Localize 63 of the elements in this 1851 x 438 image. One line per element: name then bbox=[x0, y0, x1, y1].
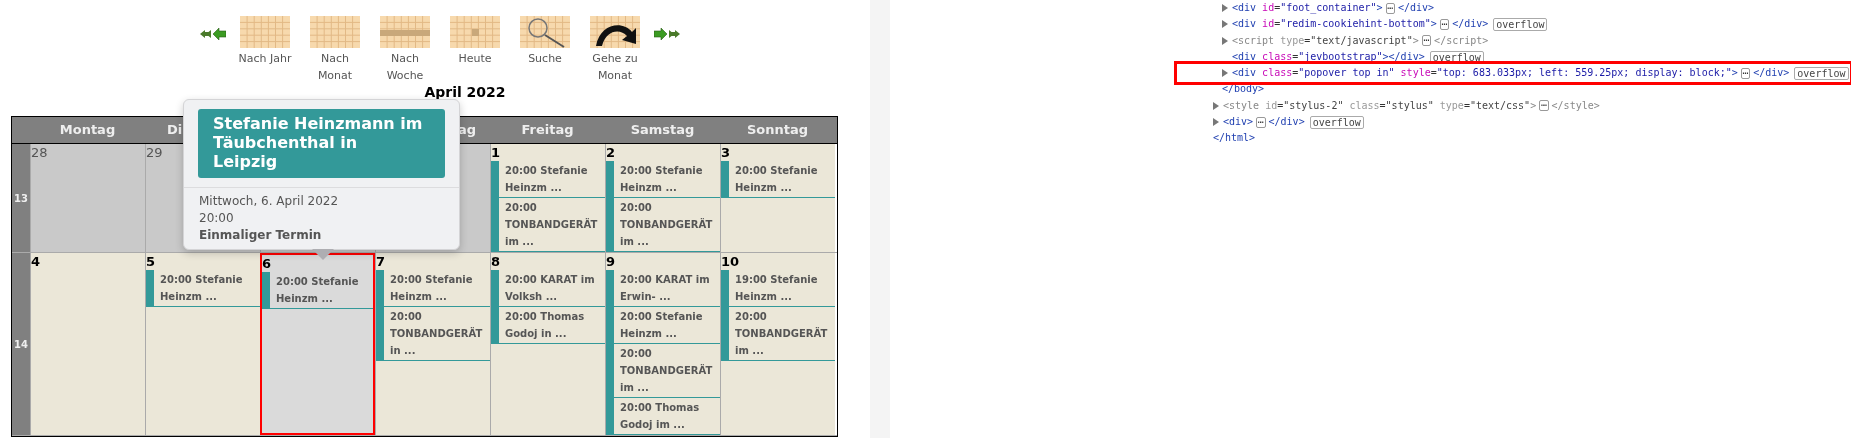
weekday-header: Di bbox=[167, 122, 183, 137]
nav-label[interactable]: Nach Jahr bbox=[238, 50, 292, 67]
day-cell[interactable]: 2 20:00 Stefanie Heinzm ... 20:00 TONBANDGERÄT im ... bbox=[605, 144, 720, 252]
day-cell[interactable]: 10 19:00 Stefanie Heinzm ... 20:00 TONBANDGERÄT im ... bbox=[720, 253, 835, 435]
code-line[interactable]: <div class="jevbootstrap"></div> overflow bbox=[1178, 48, 1851, 66]
day-number: 3 bbox=[721, 144, 731, 161]
event-time: 20:00 bbox=[199, 210, 234, 227]
day-cell[interactable]: 7 20:00 Stefanie Heinzm ... 20:00 TONBANDGERÄT in ... bbox=[375, 253, 490, 435]
week-number: 14 bbox=[14, 338, 28, 350]
day-cell[interactable]: 8 20:00 KARAT im Volksh ... 20:00 Thomas Godoj in ... bbox=[490, 253, 605, 435]
day-cell[interactable]: 1 20:00 Stefanie Heinzm ... 20:00 TONBANDGERÄT im ... bbox=[490, 144, 605, 252]
code-line[interactable]: <div id="foot_container"> ⋯ </div> bbox=[1178, 0, 1851, 17]
day-cell[interactable]: 3 20:00 Stefanie Heinzm ... bbox=[720, 144, 835, 252]
day-number: 29 bbox=[146, 144, 163, 161]
nav-label[interactable]: Gehe zu Monat bbox=[584, 50, 646, 84]
weekday-header: Samstag bbox=[630, 122, 695, 137]
code-line[interactable]: <style id="stylus-2" class="stylus" type="text/css"> ⋯ </style> bbox=[1178, 97, 1851, 115]
popover-title: Stefanie Heinzmann im Täubchenthal in Leipzig bbox=[198, 109, 445, 178]
code-line[interactable]: </body> bbox=[1178, 81, 1851, 98]
last-arrows-icon[interactable] bbox=[654, 28, 680, 40]
expand-triangle-icon[interactable] bbox=[1213, 101, 1219, 110]
weekday-header: Montag bbox=[58, 121, 117, 139]
event-recurrence: Einmaliger Termin bbox=[199, 227, 322, 244]
weekday-header: Sonntag bbox=[746, 122, 809, 137]
day-number: 6 bbox=[262, 255, 272, 272]
code-line[interactable]: <div> ⋯ </div> overflow bbox=[1178, 114, 1851, 131]
curved-arrow-calendar-icon[interactable] bbox=[590, 16, 640, 48]
day-number: 10 bbox=[721, 253, 740, 270]
day-number: 7 bbox=[376, 253, 386, 270]
day-number: 28 bbox=[31, 144, 48, 161]
code-line[interactable]: <div class="popover top in" style="top: 683.033px; left: 559.25px; display: block;"> ⋯ </div> overflow bbox=[1178, 65, 1849, 82]
magnifier-calendar-icon[interactable] bbox=[520, 16, 570, 48]
nav-label[interactable]: Nach Monat bbox=[304, 50, 366, 84]
day-number: 1 bbox=[491, 144, 501, 161]
day-number: 9 bbox=[606, 253, 616, 270]
event-entry[interactable]: 19:00 Stefanie Heinzm ... bbox=[721, 270, 835, 307]
event-date: Mittwoch, 6. April 2022 bbox=[199, 193, 339, 210]
expand-triangle-icon[interactable] bbox=[1222, 36, 1228, 45]
week-number: 13 bbox=[14, 192, 28, 204]
day-cell[interactable]: 4 bbox=[30, 253, 145, 435]
code-line[interactable]: </html> bbox=[1178, 130, 1851, 147]
expand-triangle-icon[interactable] bbox=[1213, 118, 1219, 127]
event-entry[interactable]: 20:00 Stefanie Heinzm ... bbox=[721, 161, 835, 198]
event-entry[interactable]: 20:00 TONBANDGERÄT im ... bbox=[721, 307, 835, 361]
day-number: 2 bbox=[606, 144, 616, 161]
weekday-header: Freitag bbox=[521, 122, 574, 137]
day-cell[interactable]: 28 bbox=[30, 144, 145, 252]
day-number: 4 bbox=[31, 253, 41, 270]
first-arrows-icon[interactable] bbox=[200, 28, 226, 40]
day-cell[interactable]: 9 20:00 KARAT im Erwin- ... 20:00 Stefanie Heinzm ... 20:00 TONBANDGERÄT im ... 20:00 Thomas Godoj im ... bbox=[605, 253, 720, 435]
expand-triangle-icon[interactable] bbox=[1222, 4, 1228, 13]
day-number: 8 bbox=[491, 253, 501, 270]
day-cell[interactable]: 6 20:00 Stefanie Heinzm ... bbox=[260, 253, 375, 435]
nav-label[interactable]: Suche bbox=[528, 50, 562, 67]
nav-label[interactable]: Heute bbox=[458, 50, 492, 67]
expand-triangle-icon[interactable] bbox=[1222, 69, 1228, 78]
month-title: April 2022 bbox=[423, 83, 507, 102]
nav-label[interactable]: Nach Woche bbox=[374, 50, 436, 84]
day-number: 5 bbox=[146, 253, 156, 270]
code-line[interactable]: <script type="text/javascript"> ⋯ </script> bbox=[1178, 32, 1851, 49]
code-line[interactable]: <div id="redim-cookiehint-bottom"> ⋯ </div> overflow bbox=[1178, 16, 1851, 33]
day-cell[interactable]: 5 20:00 Stefanie Heinzm ... bbox=[145, 253, 260, 435]
expand-triangle-icon[interactable] bbox=[1222, 20, 1228, 29]
